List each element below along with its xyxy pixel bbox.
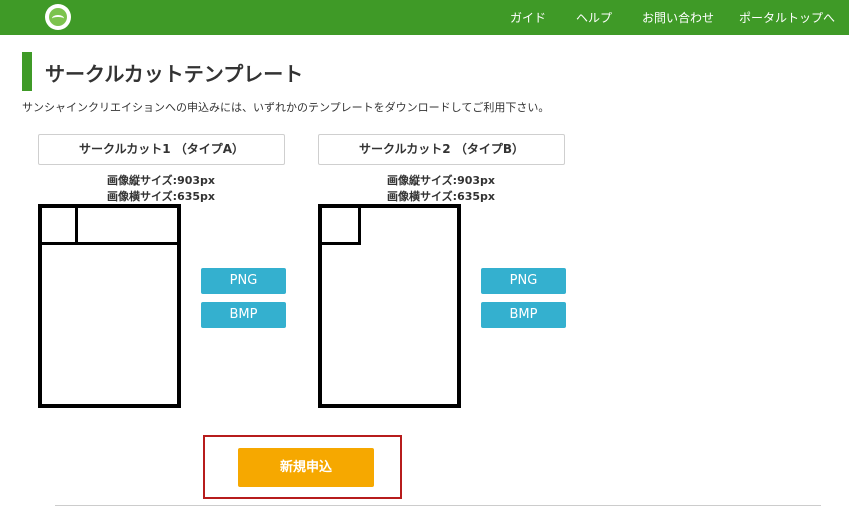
site-logo-icon[interactable] [45,4,71,30]
template-1-bmp-download-button[interactable]: BMP [201,302,286,328]
nav-contact-link[interactable]: お問い合わせ [642,9,714,26]
template-2-height-size: 画像縦サイズ:903px [387,174,495,187]
template-1-png-download-button[interactable]: PNG [201,268,286,294]
template-2-width-size: 画像横サイズ:635px [387,190,495,203]
template-1-header-line [42,242,177,245]
template-2-preview [318,204,461,408]
template-1-preview [38,204,181,408]
bottom-divider [55,505,821,506]
template-2-corner-vline [358,208,361,245]
title-accent-bar [22,52,32,91]
intro-text: サンシャインクリエイションへの申込みには、いずれかのテンプレートをダウンロードし… [22,101,550,114]
nav-guide-link[interactable]: ガイド [510,9,546,26]
new-application-button[interactable]: 新規申込 [238,448,374,487]
template-2-png-download-button[interactable]: PNG [481,268,566,294]
top-navigation-bar: ガイド ヘルプ お問い合わせ ポータルトップへ [0,0,849,35]
template-2-bmp-download-button[interactable]: BMP [481,302,566,328]
template-2-title: サークルカット2 （タイプB） [318,134,565,165]
template-1-title: サークルカット1 （タイプA） [38,134,285,165]
template-1-height-size: 画像縦サイズ:903px [107,174,215,187]
logo-swoosh [52,15,64,22]
page-title: サークルカットテンプレート [45,62,304,86]
nav-portal-top-link[interactable]: ポータルトップへ [739,9,835,26]
template-1-corner-line [75,208,78,243]
nav-help-link[interactable]: ヘルプ [576,9,612,26]
template-2-corner-hline [322,242,359,245]
template-1-width-size: 画像横サイズ:635px [107,190,215,203]
